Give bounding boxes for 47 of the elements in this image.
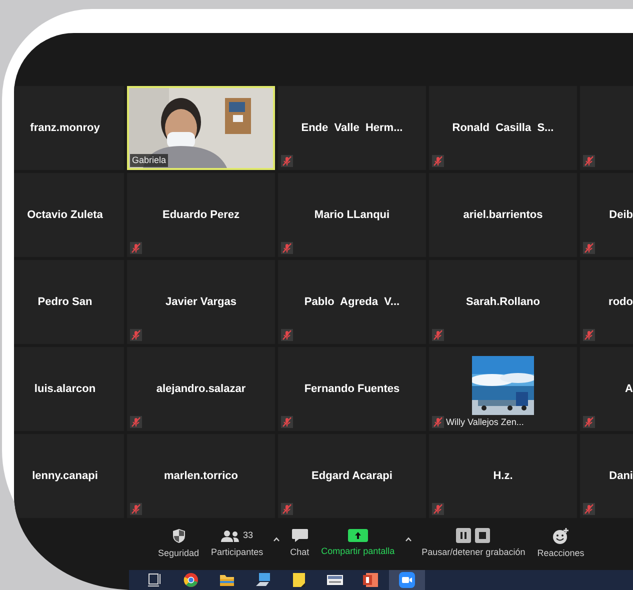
participant-name: Willy Vallejos Zen... xyxy=(446,416,524,429)
participant-name: alejandro.salazar xyxy=(156,382,246,397)
participant-name: H.z. xyxy=(493,468,513,484)
chat-button[interactable]: Chat xyxy=(284,528,316,560)
participant-name: Pablo Agreda V... xyxy=(304,294,400,310)
participant-name: Gabriela xyxy=(130,154,168,167)
taskbar-app-button[interactable] xyxy=(389,570,425,590)
video-camera-icon xyxy=(399,572,415,588)
participant-name: franz.monroy xyxy=(30,120,100,136)
participant-name: ariel.barrientos xyxy=(463,208,543,223)
participant-name: Ende Valle Herm... xyxy=(301,120,403,136)
participant-name: Sarah.Rollano xyxy=(466,294,540,310)
caret-icon xyxy=(273,537,280,542)
participant-name: A xyxy=(625,382,633,397)
computer-icon xyxy=(255,572,271,588)
reactions-button[interactable]: Reacciones xyxy=(531,528,590,560)
participant-name: Javier Vargas xyxy=(166,294,236,310)
participant-name: Ronald Casilla S... xyxy=(452,120,554,136)
participant-name: Eduardo Perez xyxy=(162,208,240,223)
smiley-plus-icon xyxy=(552,528,570,544)
participant-name: marlen.torrico xyxy=(164,468,238,484)
folder-icon xyxy=(219,572,235,588)
chat-icon xyxy=(290,528,309,544)
record-button[interactable]: Pausar/detener grabación xyxy=(416,528,532,560)
task-view-icon xyxy=(147,572,163,588)
participant-name: luis.alarcon xyxy=(34,382,96,397)
caret-icon xyxy=(404,537,412,542)
participant-name: Dani xyxy=(609,468,633,484)
participant-name: Fernando Fuentes xyxy=(304,382,400,397)
participant-name: Deib xyxy=(609,208,633,223)
people-icon xyxy=(221,528,240,543)
participant-name: rodo xyxy=(608,294,633,310)
slides-icon xyxy=(363,572,379,588)
security-button[interactable]: Seguridad xyxy=(152,528,206,560)
participants-button[interactable]: 33 Participantes xyxy=(205,528,270,560)
browser-icon xyxy=(183,572,199,588)
card-icon xyxy=(327,572,343,588)
note-icon xyxy=(291,572,307,588)
participant-name: Edgard Acarapi xyxy=(312,468,392,484)
participant-name: Pedro San xyxy=(38,294,92,310)
participant-name: lenny.canapi xyxy=(32,468,98,484)
share-button[interactable]: Compartir pantalla xyxy=(315,529,401,559)
shield-icon xyxy=(170,528,187,544)
participant-name: Octavio Zuleta xyxy=(27,208,103,223)
pause-stop-icon xyxy=(456,528,490,544)
participant-name: Mario LLanqui xyxy=(314,208,390,223)
share-screen-icon xyxy=(348,529,368,542)
